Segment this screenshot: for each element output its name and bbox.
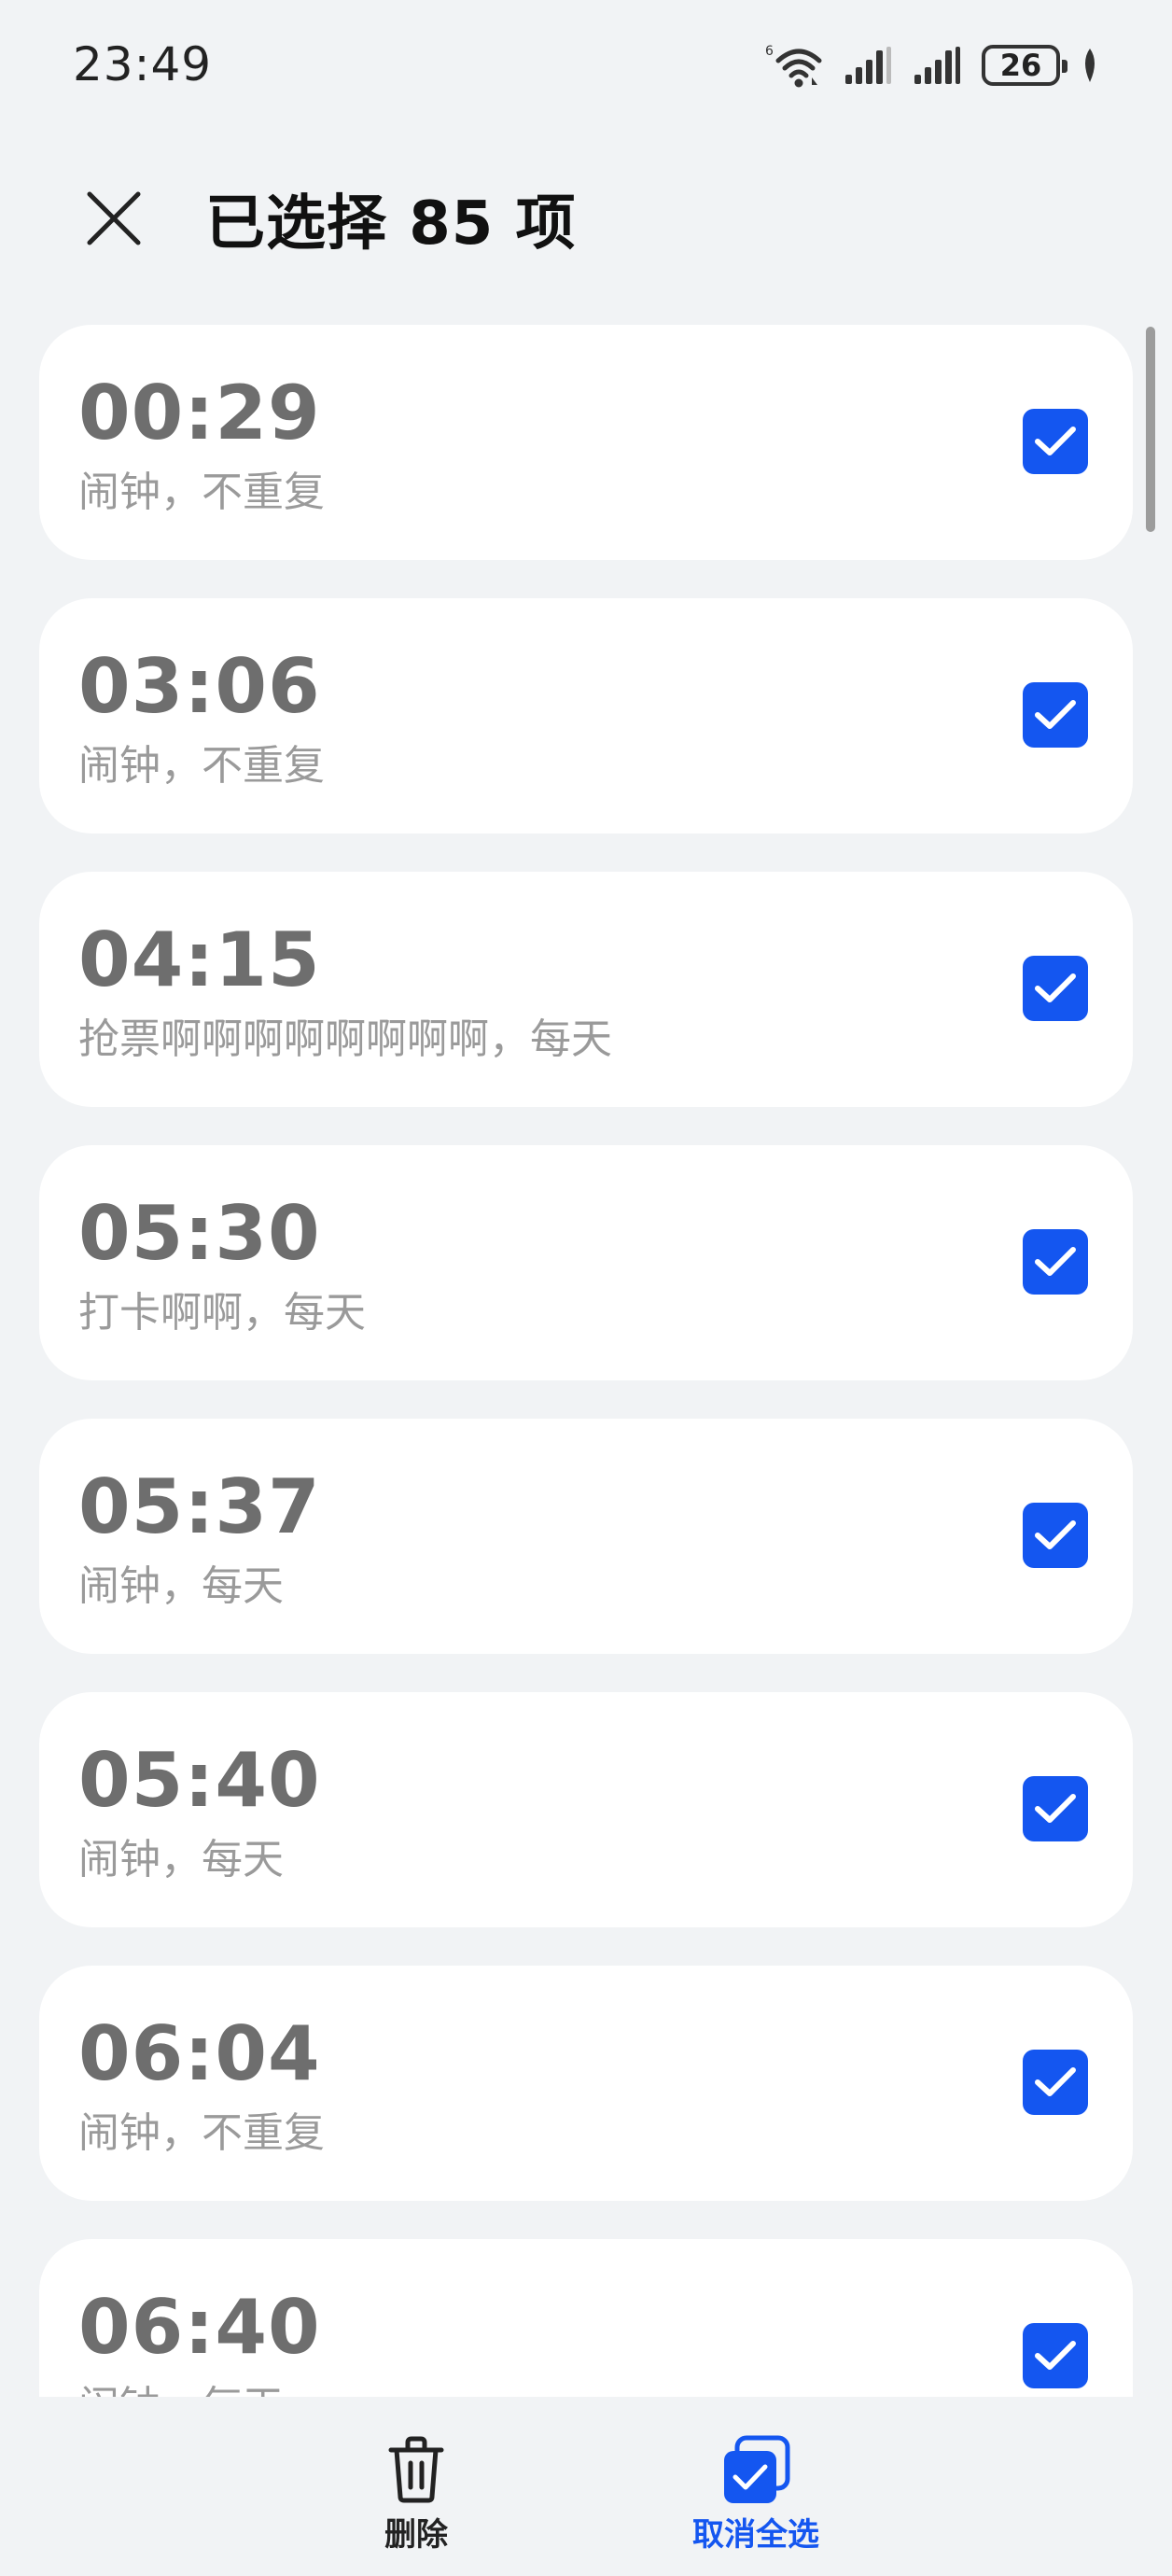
checkmark-icon [1035,1247,1076,1276]
alarm-description: 闹钟，不重复 [78,742,325,790]
svg-text:6: 6 [765,44,774,59]
alarm-checkbox[interactable] [1023,956,1088,1021]
alarm-item[interactable]: 06:40 闹钟，每天 [39,2239,1133,2397]
page-title: 已选择 85 项 [205,189,577,259]
battery-icon: 26 [982,45,1067,86]
status-time: 23:49 [73,37,213,91]
checkmark-icon [1035,427,1076,455]
signal-icon [913,45,961,86]
alarm-item[interactable]: 05:37 闹钟，每天 [39,1419,1133,1654]
close-button[interactable] [77,181,151,256]
checkmark-icon [1035,2067,1076,2096]
alarm-description: 闹钟，不重复 [78,2109,325,2157]
scrollbar[interactable] [1146,327,1155,532]
delete-button[interactable]: 删除 [314,2432,519,2563]
deselect-all-button[interactable]: 取消全选 [653,2432,858,2563]
trash-icon [379,2432,453,2507]
screen: 23:49 6 26 已选择 85 项 00:29 闹钟，不重复 03:06 闹… [0,0,1172,2576]
alarm-time: 05:37 [78,1463,321,1550]
checkmark-icon [1035,973,1076,1002]
alarm-time: 04:15 [78,917,321,1003]
delete-label: 删除 [384,2516,448,2554]
checkmark-icon [1035,1520,1076,1549]
deselect-all-label: 取消全选 [692,2516,819,2554]
alarm-checkbox[interactable] [1023,2323,1088,2388]
checkmark-icon [1035,2341,1076,2370]
alarm-item[interactable]: 05:40 闹钟，每天 [39,1692,1133,1927]
alarm-time: 06:04 [78,2010,321,2097]
battery-level: 26 [999,48,1042,83]
wifi-6-icon: 6 [765,42,823,89]
alarm-item[interactable]: 04:15 抢票啊啊啊啊啊啊啊啊，每天 [39,872,1133,1107]
checkmark-icon [1035,700,1076,729]
close-icon [87,191,141,245]
alarm-description: 抢票啊啊啊啊啊啊啊啊，每天 [78,1015,612,1063]
header: 已选择 85 项 [0,159,1172,271]
alarm-item[interactable]: 00:29 闹钟，不重复 [39,325,1133,560]
alarm-time: 03:06 [78,643,321,730]
alarm-time: 05:40 [78,1737,321,1824]
alarm-list[interactable]: 00:29 闹钟，不重复 03:06 闹钟，不重复 04:15 抢票啊啊啊啊啊啊… [0,325,1172,2397]
signal-icon [844,45,892,86]
alarm-time: 00:29 [78,370,321,456]
checkmark-icon [1035,1794,1076,1823]
alarm-checkbox[interactable] [1023,1776,1088,1841]
alarm-description: 打卡啊啊，每天 [78,1289,366,1337]
status-icons: 6 26 [765,39,1099,91]
deselect-all-icon [719,2432,793,2507]
alarm-description: 闹钟，每天 [78,1562,284,1610]
alarm-checkbox[interactable] [1023,1503,1088,1568]
alarm-item[interactable]: 03:06 闹钟，不重复 [39,598,1133,833]
alarm-checkbox[interactable] [1023,2050,1088,2115]
alarm-checkbox[interactable] [1023,1229,1088,1295]
alarm-description: 闹钟，不重复 [78,469,325,516]
leaf-icon [1081,47,1099,84]
alarm-checkbox[interactable] [1023,682,1088,748]
bottom-action-bar: 删除 取消全选 [0,2397,1172,2576]
alarm-description: 闹钟，每天 [78,1836,284,1883]
alarm-time: 05:30 [78,1190,321,1277]
alarm-time: 06:40 [78,2284,321,2371]
alarm-description: 闹钟，每天 [78,2379,284,2397]
alarm-item[interactable]: 05:30 打卡啊啊，每天 [39,1145,1133,1380]
alarm-item[interactable]: 06:04 闹钟，不重复 [39,1966,1133,2201]
status-bar: 23:49 6 26 [0,0,1172,131]
alarm-checkbox[interactable] [1023,409,1088,474]
